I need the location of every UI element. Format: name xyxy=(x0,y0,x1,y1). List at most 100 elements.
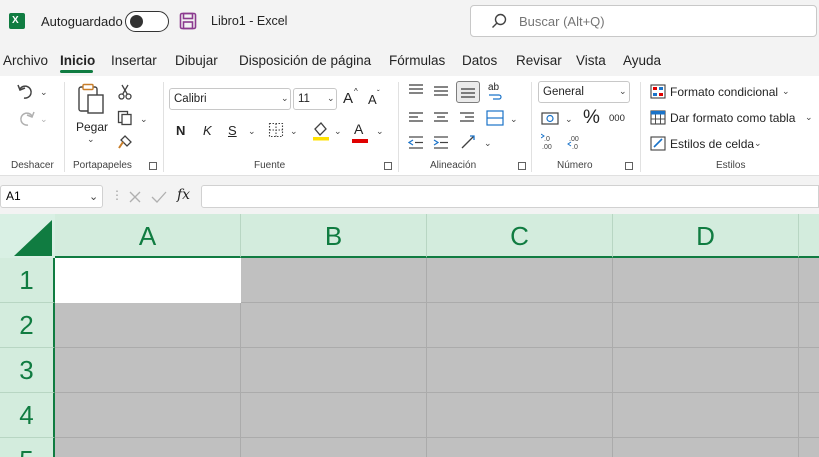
underline-button[interactable]: S xyxy=(228,123,237,138)
svg-text:.00: .00 xyxy=(542,144,552,151)
name-box[interactable]: ⌄ xyxy=(0,185,103,208)
row-header-3[interactable]: 3 xyxy=(0,348,55,393)
alignment-launcher-icon[interactable] xyxy=(518,162,526,170)
formula-input[interactable] xyxy=(201,185,819,208)
insert-function-button[interactable]: fx xyxy=(177,187,190,203)
increase-font-size-button[interactable]: A xyxy=(343,90,353,107)
percent-style-button[interactable]: % xyxy=(583,107,600,129)
redo-dropdown-chevron-icon[interactable]: ⌄ xyxy=(40,114,48,125)
column-header-c[interactable]: C xyxy=(427,214,613,258)
row-header-5[interactable]: 5 xyxy=(0,438,55,457)
format-painter-icon[interactable] xyxy=(117,134,133,150)
number-launcher-icon[interactable] xyxy=(625,162,633,170)
active-cell-a1[interactable] xyxy=(55,258,241,303)
format-as-table-button[interactable]: Dar formato como tabla xyxy=(670,111,795,125)
number-format-select[interactable]: General ⌄ xyxy=(538,81,630,103)
format-as-table-chevron-icon[interactable]: ⌄ xyxy=(805,112,813,123)
align-bottom-button[interactable] xyxy=(456,81,480,103)
select-all-corner[interactable] xyxy=(0,214,55,258)
gridline xyxy=(798,258,799,457)
fill-color-dropdown-chevron-icon[interactable]: ⌄ xyxy=(334,126,342,137)
orientation-icon[interactable] xyxy=(460,134,478,150)
document-title: Libro1 - Excel xyxy=(211,14,288,28)
font-launcher-icon[interactable] xyxy=(384,162,392,170)
tab-dibujar[interactable]: Dibujar xyxy=(175,53,218,68)
copy-icon[interactable] xyxy=(117,110,133,126)
group-separator xyxy=(531,82,532,172)
row-header-2[interactable]: 2 xyxy=(0,303,55,348)
underline-dropdown-chevron-icon[interactable]: ⌄ xyxy=(248,126,256,137)
paste-dropdown-chevron-icon[interactable]: ⌄ xyxy=(87,134,95,145)
accounting-dropdown-chevron-icon[interactable]: ⌄ xyxy=(565,114,573,125)
name-box-input[interactable] xyxy=(6,189,76,203)
cell-styles-button[interactable]: Estilos de celda xyxy=(670,137,754,151)
column-header-b[interactable]: B xyxy=(241,214,427,258)
tab-datos[interactable]: Datos xyxy=(462,53,497,68)
group-separator xyxy=(398,82,399,172)
autosave-label: Autoguardado xyxy=(41,14,123,29)
align-center-icon[interactable] xyxy=(433,111,449,124)
save-icon[interactable] xyxy=(179,12,197,30)
column-header-d[interactable]: D xyxy=(613,214,799,258)
tab-disposicion-de-pagina[interactable]: Disposición de página xyxy=(239,53,371,68)
gridline xyxy=(426,258,427,457)
align-right-icon[interactable] xyxy=(459,111,475,124)
undo-dropdown-chevron-icon[interactable]: ⌄ xyxy=(40,87,48,98)
align-left-icon[interactable] xyxy=(408,111,424,124)
font-family-select[interactable]: Calibri ⌄ xyxy=(169,88,291,110)
font-color-dropdown-chevron-icon[interactable]: ⌄ xyxy=(376,126,384,137)
fill-color-icon[interactable] xyxy=(312,121,330,141)
search-input[interactable] xyxy=(519,7,799,35)
tab-insertar[interactable]: Insertar xyxy=(111,53,157,68)
comma-style-button[interactable]: 000 xyxy=(609,113,625,124)
autosave-toggle[interactable] xyxy=(125,11,169,32)
row-header-1[interactable]: 1 xyxy=(0,258,55,303)
cut-icon[interactable] xyxy=(118,84,132,100)
search-box[interactable] xyxy=(470,5,817,37)
decrease-decimal-icon[interactable]: .00.0 xyxy=(567,133,585,151)
row-header-4[interactable]: 4 xyxy=(0,393,55,438)
wrap-text-button[interactable]: ab xyxy=(488,82,499,93)
decrease-indent-icon[interactable] xyxy=(408,136,424,149)
decrease-font-size-button[interactable]: A xyxy=(368,92,377,107)
chevron-down-icon: ⌄ xyxy=(281,93,289,103)
select-all-triangle-icon xyxy=(14,220,52,256)
bold-button[interactable]: N xyxy=(176,123,185,138)
title-bar: X Autoguardado Libro1 - Excel xyxy=(0,0,819,44)
column-header-a[interactable]: A xyxy=(55,214,241,258)
redo-icon[interactable] xyxy=(16,109,36,127)
font-size-select[interactable]: 11 ⌄ xyxy=(293,88,337,110)
merge-dropdown-chevron-icon[interactable]: ⌄ xyxy=(510,114,518,125)
tab-ayuda[interactable]: Ayuda xyxy=(623,53,661,68)
conditional-formatting-chevron-icon[interactable]: ⌄ xyxy=(782,86,790,97)
tab-vista[interactable]: Vista xyxy=(576,53,606,68)
conditional-formatting-button[interactable]: Formato condicional xyxy=(670,85,778,99)
name-box-chevron-icon[interactable]: ⌄ xyxy=(89,190,98,203)
column-header-partial[interactable] xyxy=(799,214,819,258)
clipboard-launcher-icon[interactable] xyxy=(149,162,157,170)
gridline xyxy=(55,347,819,348)
increase-indent-icon[interactable] xyxy=(433,136,449,149)
paste-label[interactable]: Pegar xyxy=(76,120,108,134)
copy-dropdown-chevron-icon[interactable]: ⌄ xyxy=(140,114,148,125)
tab-formulas[interactable]: Fórmulas xyxy=(389,53,445,68)
orientation-dropdown-chevron-icon[interactable]: ⌄ xyxy=(484,138,492,149)
tab-archivo[interactable]: Archivo xyxy=(3,53,48,68)
align-top-icon[interactable] xyxy=(408,84,424,96)
enter-check-icon[interactable] xyxy=(151,190,167,204)
tab-inicio[interactable]: Inicio xyxy=(60,53,95,68)
italic-button[interactable]: K xyxy=(203,123,212,138)
accounting-format-icon[interactable] xyxy=(541,111,561,126)
undo-icon[interactable] xyxy=(16,82,36,100)
borders-dropdown-chevron-icon[interactable]: ⌄ xyxy=(290,126,298,137)
paste-icon[interactable] xyxy=(77,83,105,115)
tab-revisar[interactable]: Revisar xyxy=(516,53,562,68)
cell-styles-chevron-icon[interactable]: ⌄ xyxy=(754,138,762,149)
merge-center-icon[interactable] xyxy=(486,110,504,126)
styles-group-label: Estilos xyxy=(716,160,746,171)
cancel-icon[interactable] xyxy=(128,190,142,204)
align-middle-icon[interactable] xyxy=(433,85,449,97)
borders-icon[interactable] xyxy=(268,122,284,138)
font-color-button[interactable]: A xyxy=(354,121,363,137)
increase-decimal-icon[interactable]: .0.00 xyxy=(541,133,559,151)
